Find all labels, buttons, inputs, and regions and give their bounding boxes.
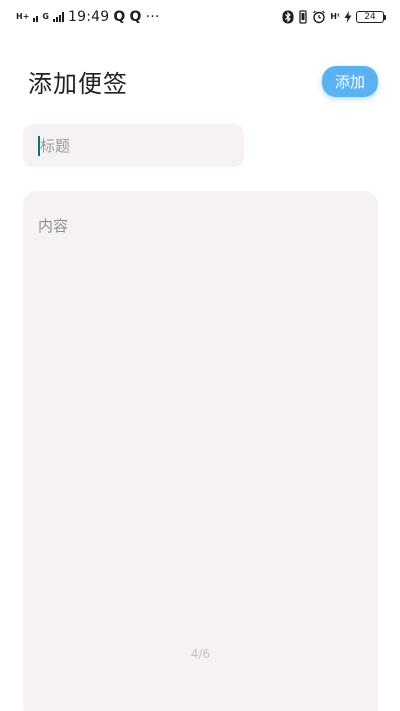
network-type-2: G — [42, 12, 49, 21]
battery-level: 24 — [364, 11, 376, 22]
bluetooth-icon — [282, 10, 294, 24]
page-indicator: 4/6 — [190, 647, 211, 661]
header: 添加便签 添加 — [28, 62, 378, 100]
add-button[interactable]: 添加 — [322, 65, 378, 97]
alarm-icon — [313, 10, 326, 24]
status-bar-right: Hᵗ 24 — [282, 10, 386, 24]
notification-app-icon-2: Q — [129, 9, 142, 25]
status-bar-left: H+ G 19:49 Q Q ··· — [16, 9, 160, 25]
charging-icon — [344, 11, 352, 23]
status-bar: H+ G 19:49 Q Q ··· Hᵗ 24 — [0, 0, 400, 34]
add-note-screen: H+ G 19:49 Q Q ··· Hᵗ 24 添加便签 添加 标题 内容 4… — [0, 0, 400, 711]
signal-icon-1 — [33, 12, 39, 22]
page-title: 添加便签 — [28, 69, 128, 98]
more-notifications-icon: ··· — [145, 9, 160, 25]
title-input-placeholder: 标题 — [40, 137, 71, 155]
vibrate-icon — [299, 10, 307, 24]
signal-icon-2 — [52, 12, 64, 22]
status-time: 19:49 — [67, 9, 110, 25]
notification-app-icon-1: Q — [113, 9, 126, 25]
network-type-1: H+ — [16, 12, 30, 21]
network-type-right: Hᵗ — [330, 12, 340, 21]
content-input[interactable]: 内容 4/6 — [23, 191, 378, 711]
content-input-placeholder: 内容 — [38, 217, 69, 235]
title-input[interactable]: 标题 — [23, 124, 244, 167]
battery-icon: 24 — [356, 11, 386, 23]
